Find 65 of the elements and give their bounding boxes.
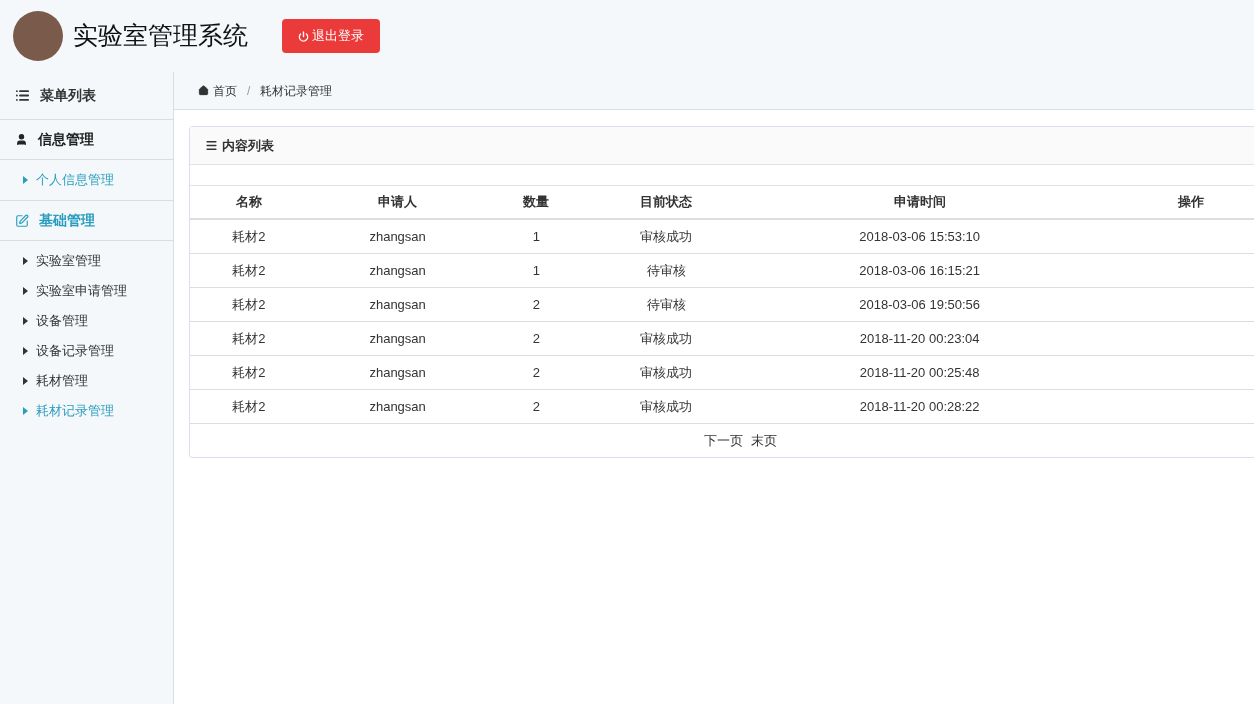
caret-icon — [23, 377, 28, 385]
column-header: 申请时间 — [892, 193, 947, 212]
table-cell-text: 审核成功 — [639, 227, 694, 246]
table-cell-text: 耗材2 — [231, 295, 267, 314]
table-cell-text: zhangsan — [368, 261, 427, 280]
table-cell-text: 2018-03-06 19:50:56 — [858, 295, 982, 314]
column-header: 操作 — [1177, 193, 1206, 212]
table-cell-text: 耗材2 — [231, 261, 267, 280]
table-cell-text: zhangsan — [368, 329, 427, 348]
table-cell-text: 2018-11-20 00:28:22 — [858, 397, 981, 416]
table-cell-text: 耗材2 — [231, 397, 267, 416]
table-cell-text: 耗材2 — [231, 227, 267, 246]
menu-item[interactable]: 实验室申请管理 — [36, 281, 127, 301]
home-icon — [198, 85, 209, 96]
column-header: 名称 — [234, 193, 263, 212]
panel-title: 内容列表 — [222, 136, 274, 155]
power-icon — [298, 30, 309, 42]
caret-icon — [23, 287, 28, 295]
column-header: 数量 — [522, 193, 551, 212]
pagination-link[interactable]: 末页 — [751, 430, 777, 451]
table-cell-text: 耗材2 — [231, 329, 267, 348]
table-cell-text: 2 — [531, 397, 541, 416]
column-header: 目前状态 — [639, 193, 694, 212]
logout-button[interactable]: 退出登录 — [282, 19, 380, 53]
app-title: 实验室管理系统 — [73, 20, 248, 52]
table-cell-text: zhangsan — [368, 363, 427, 382]
pagination-link[interactable]: 下一页 — [704, 430, 743, 451]
table-cell-text: zhangsan — [368, 295, 427, 314]
list-icon — [15, 88, 30, 103]
table-cell-text: 审核成功 — [639, 397, 694, 416]
table-cell-text: 2 — [531, 295, 541, 314]
breadcrumb-link[interactable]: 耗材记录管理 — [260, 81, 333, 100]
table-cell-text: 2018-11-20 00:25:48 — [858, 363, 981, 382]
table-cell-text: 2018-03-06 16:15:21 — [858, 261, 982, 280]
menu-item[interactable]: 设备记录管理 — [36, 341, 114, 361]
table-cell-text: 2 — [531, 329, 541, 348]
menu-title: 菜单列表 — [40, 86, 96, 105]
caret-icon — [23, 176, 28, 184]
caret-icon — [23, 347, 28, 355]
breadcrumb-link[interactable]: 首页 — [198, 81, 237, 100]
table-cell-text: 审核成功 — [639, 329, 694, 348]
table-cell-text: zhangsan — [368, 227, 427, 246]
table-cell-text: 审核成功 — [639, 363, 694, 382]
table-cell-text: 2018-03-06 15:53:10 — [858, 227, 982, 246]
column-header: 申请人 — [377, 193, 419, 212]
menu-item[interactable]: 设备管理 — [36, 311, 88, 331]
breadcrumb-separator: / — [247, 82, 251, 100]
menu-item[interactable]: 实验室管理 — [36, 251, 101, 271]
avatar — [13, 11, 63, 61]
table-cell-text: zhangsan — [368, 397, 427, 416]
table-cell-text: 待审核 — [645, 261, 687, 280]
table-cell-text: 耗材2 — [231, 363, 267, 382]
caret-icon — [23, 407, 28, 415]
caret-icon — [23, 257, 28, 265]
caret-icon — [23, 317, 28, 325]
table-cell-text: 1 — [531, 227, 541, 246]
menu-group[interactable]: 信息管理 — [0, 120, 173, 160]
menu-icon — [205, 139, 218, 152]
user-icon — [15, 133, 28, 146]
edit-icon — [15, 213, 29, 228]
table-cell-text: 1 — [531, 261, 541, 280]
table-cell-text: 2 — [531, 363, 541, 382]
table-cell-text: 2018-11-20 00:23:04 — [858, 329, 981, 348]
menu-item[interactable]: 耗材管理 — [36, 371, 88, 391]
table-cell-text: 待审核 — [645, 295, 687, 314]
